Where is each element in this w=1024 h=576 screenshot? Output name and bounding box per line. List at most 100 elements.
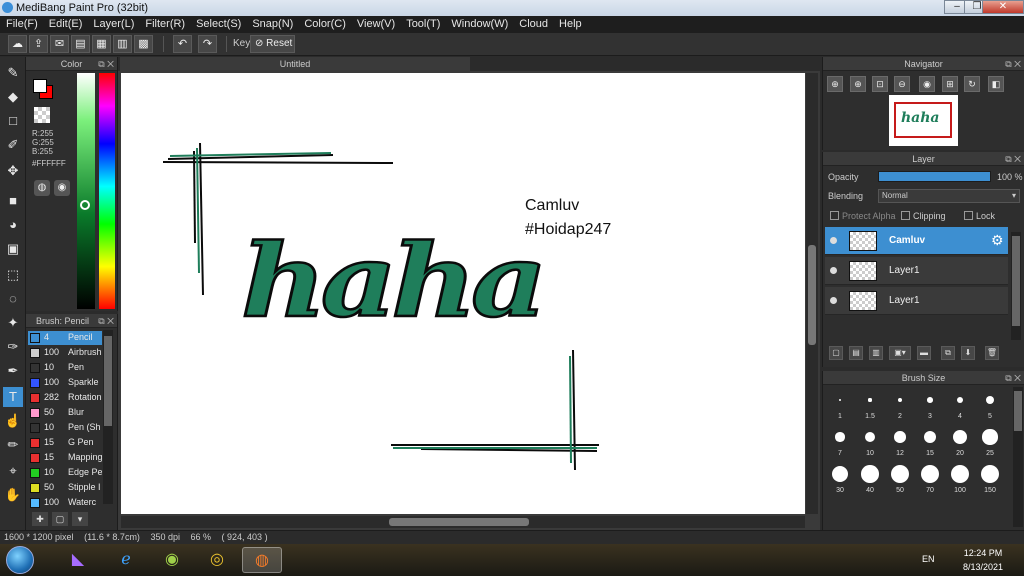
menu-cloud[interactable]: Cloud: [513, 16, 553, 30]
add-brush-icon[interactable]: ✚: [32, 512, 48, 526]
foreground-color-swatch[interactable]: [33, 79, 47, 93]
scroll-thumb[interactable]: [1014, 391, 1022, 431]
menu-file[interactable]: File(F): [0, 16, 43, 30]
brush-item[interactable]: 10 Pen: [28, 361, 102, 375]
folder-icon[interactable]: ▬: [917, 346, 931, 360]
menu-view[interactable]: View(V): [351, 16, 400, 30]
comment-icon[interactable]: ✉: [50, 35, 69, 53]
internet-explorer-icon[interactable]: ℯ: [106, 547, 146, 573]
brush-item[interactable]: 15 G Pen: [28, 436, 102, 450]
start-button[interactable]: [6, 546, 34, 574]
palette-icon[interactable]: ◍: [34, 180, 50, 196]
brush-size-cell[interactable]: 12: [886, 425, 914, 457]
language-indicator[interactable]: EN: [922, 554, 935, 564]
layer-row[interactable]: Layer1: [825, 287, 1008, 315]
brush-size-cell[interactable]: 50: [886, 462, 914, 494]
cloud-icon[interactable]: ☁: [8, 35, 27, 53]
scroll-thumb[interactable]: [808, 245, 816, 345]
brush-size-cell[interactable]: 3: [916, 388, 944, 420]
menu-tool[interactable]: Tool(T): [400, 16, 445, 30]
text-tool-icon[interactable]: T: [3, 387, 23, 407]
add-layer-menu-icon[interactable]: ▣▾: [889, 346, 911, 360]
brush-list-scrollbar[interactable]: [103, 330, 113, 504]
clipping-checkbox[interactable]: [901, 211, 910, 220]
zoom-out-icon[interactable]: ⊖: [894, 76, 910, 92]
brush-size-cell[interactable]: 40: [856, 462, 884, 494]
brush-size-cell[interactable]: 25: [976, 425, 1004, 457]
panel-controls-icon[interactable]: ⧉ ✕: [98, 314, 114, 328]
brush-size-cell[interactable]: 5: [976, 388, 1004, 420]
fill-rect-tool-icon[interactable]: ■: [3, 191, 23, 211]
scroll-thumb[interactable]: [104, 336, 112, 426]
gradient-tool-icon[interactable]: ▣: [3, 239, 23, 259]
menu-filter[interactable]: Filter(R): [139, 16, 190, 30]
brush-size-cell[interactable]: 10: [856, 425, 884, 457]
brush-options-icon[interactable]: ▾: [72, 512, 88, 526]
brush-size-cell[interactable]: 2: [886, 388, 914, 420]
brush-size-scrollbar[interactable]: [1013, 387, 1023, 527]
flip-icon[interactable]: ◧: [988, 76, 1004, 92]
eraser-tool-icon[interactable]: ◆: [3, 87, 23, 107]
layer-row[interactable]: Camluv ⚙: [825, 227, 1008, 255]
pen-tool-icon[interactable]: ✐: [3, 135, 23, 155]
fit-screen-icon[interactable]: ⊞: [942, 76, 958, 92]
brush-size-cell[interactable]: 30: [826, 462, 854, 494]
chrome-icon[interactable]: ◎: [197, 547, 237, 573]
brush-item[interactable]: 15 Mapping: [28, 451, 102, 465]
grid-icon[interactable]: ▥: [113, 35, 132, 53]
brush-item[interactable]: 282 Rotation: [28, 391, 102, 405]
menu-layer[interactable]: Layer(L): [87, 16, 139, 30]
visibility-icon[interactable]: [830, 267, 837, 274]
color-mixer-icon[interactable]: ◉: [54, 180, 70, 196]
lock-checkbox[interactable]: [964, 211, 973, 220]
move-tool-icon[interactable]: ✥: [3, 161, 23, 181]
blending-select[interactable]: Normal ▾: [878, 189, 1020, 203]
menu-help[interactable]: Help: [553, 16, 587, 30]
new-layer-icon[interactable]: ▢: [829, 346, 843, 360]
chat-icon[interactable]: ▤: [71, 35, 90, 53]
select-rect-tool-icon[interactable]: ⬚: [3, 265, 23, 285]
document-icon[interactable]: ▦: [92, 35, 111, 53]
close-button[interactable]: ✕: [982, 0, 1024, 14]
brush-size-cell[interactable]: 100: [946, 462, 974, 494]
lasso-tool-icon[interactable]: ◌: [3, 289, 23, 309]
hand-tool-icon[interactable]: ✋: [3, 485, 23, 505]
zoom-actual-icon[interactable]: ⊕: [850, 76, 866, 92]
select-pen-tool-icon[interactable]: ✑: [3, 337, 23, 357]
menu-select[interactable]: Select(S): [190, 16, 246, 30]
brush-size-cell[interactable]: 70: [916, 462, 944, 494]
brush-item[interactable]: 50 Stipple I: [28, 481, 102, 495]
panel-controls-icon[interactable]: ⧉ ✕: [98, 57, 114, 71]
brush-size-cell[interactable]: 15: [916, 425, 944, 457]
merge-down-icon[interactable]: ⬇: [961, 346, 975, 360]
document-tab[interactable]: Untitled: [120, 57, 470, 71]
visibility-icon[interactable]: [830, 237, 837, 244]
zoom-in-icon[interactable]: ⊕: [827, 76, 843, 92]
color-picker-knob[interactable]: [80, 200, 90, 210]
rotate-reset-icon[interactable]: ◉: [919, 76, 935, 92]
protect-alpha-checkbox[interactable]: [830, 211, 839, 220]
clock-date[interactable]: 8/13/2021: [962, 562, 1004, 572]
brush-item[interactable]: 100 Sparkle: [28, 376, 102, 390]
visibility-icon[interactable]: [830, 297, 837, 304]
brush-size-cell[interactable]: 4: [946, 388, 974, 420]
undo-icon[interactable]: ↶: [173, 35, 192, 53]
drawing-canvas[interactable]: Camluv #Hoidap247 haha: [121, 73, 805, 514]
brush-size-cell[interactable]: 20: [946, 425, 974, 457]
panel-controls-icon[interactable]: ⧉ ✕: [1005, 371, 1021, 385]
layer-row[interactable]: Layer1: [825, 257, 1008, 285]
brush-item[interactable]: 4 Pencil: [28, 331, 102, 345]
new-brush-icon[interactable]: ▢: [52, 512, 68, 526]
brush-size-cell[interactable]: 150: [976, 462, 1004, 494]
rotate-icon[interactable]: ↻: [964, 76, 980, 92]
brush-size-cell[interactable]: 1.5: [856, 388, 884, 420]
brush-size-cell[interactable]: 7: [826, 425, 854, 457]
menu-window[interactable]: Window(W): [445, 16, 513, 30]
delete-layer-icon[interactable]: 🗑: [985, 346, 999, 360]
navigator-thumbnail[interactable]: haha: [889, 95, 958, 146]
duplicate-layer-icon[interactable]: ⧉: [941, 346, 955, 360]
transparent-swatch[interactable]: [34, 107, 50, 123]
operation-tool-icon[interactable]: ☝: [3, 411, 23, 431]
magic-wand-tool-icon[interactable]: ✦: [3, 313, 23, 333]
brush-tool-icon[interactable]: ✎: [3, 63, 23, 83]
